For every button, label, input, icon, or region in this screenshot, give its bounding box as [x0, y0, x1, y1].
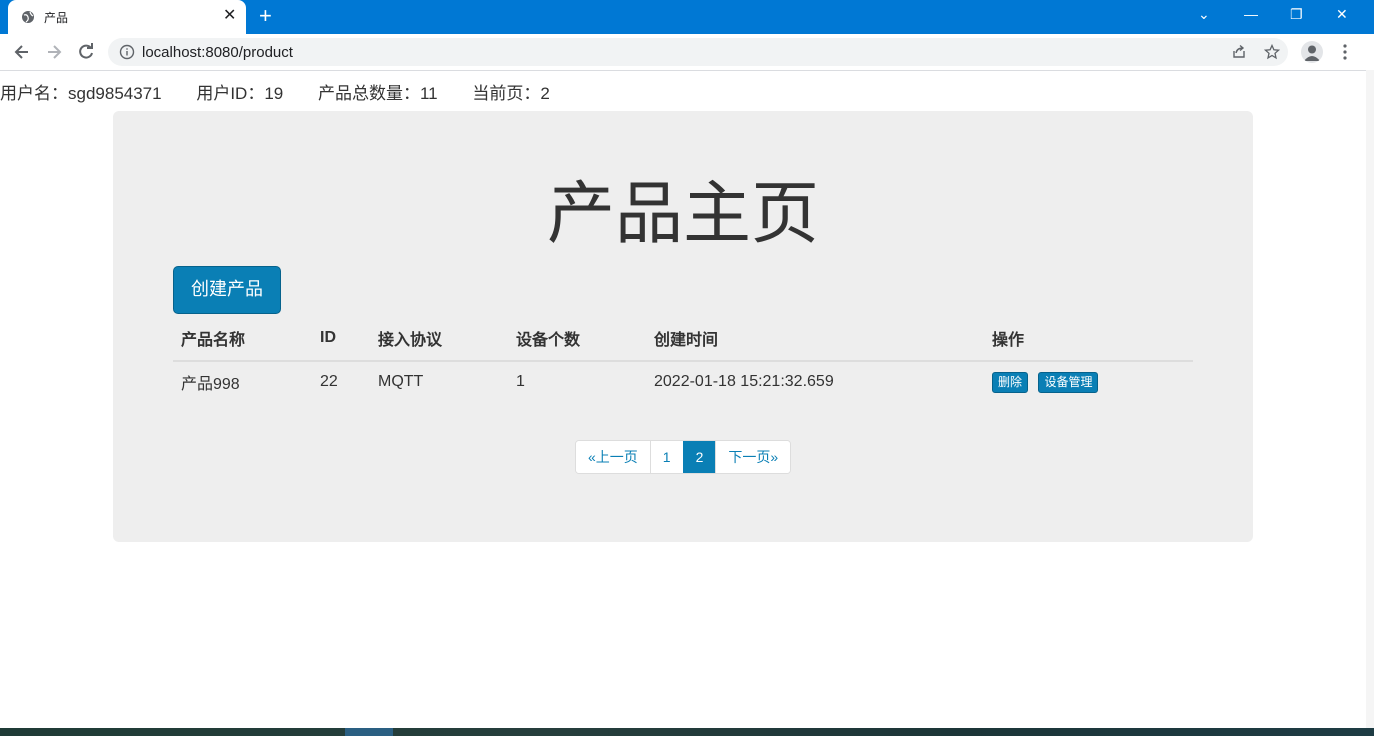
column-header-name: 产品名称	[173, 316, 312, 362]
close-tab-icon[interactable]: ✕	[223, 6, 236, 26]
taskbar-active-app[interactable]	[345, 728, 393, 736]
device-manage-button[interactable]: 设备管理	[1038, 371, 1099, 393]
protocol-cell: MQTT	[378, 373, 424, 390]
column-header-actions: 操作	[984, 316, 1193, 362]
close-window-button[interactable]: ✕	[1336, 5, 1348, 23]
page-link-2[interactable]: 2	[682, 441, 716, 473]
created-time-cell: 2022-01-18 15:21:32.659	[654, 373, 834, 390]
next-page-link[interactable]: 下一页»	[715, 441, 791, 473]
product-table: 产品名称 ID 接入协议 设备个数 创建时间 操作 产品998 22 MQTT …	[173, 316, 1193, 402]
new-tab-button[interactable]: +	[259, 4, 272, 28]
table-header-row: 产品名称 ID 接入协议 设备个数 创建时间 操作	[173, 316, 1193, 362]
product-count-text: 产品总数量：11	[317, 84, 438, 103]
user-info-bar: 用户名：sgd9854371 用户ID：19 产品总数量：11 当前页：2	[0, 79, 580, 104]
prev-page-link[interactable]: «上一页	[576, 441, 650, 473]
forward-icon[interactable]	[44, 42, 64, 62]
page-title: 产品主页	[546, 176, 819, 252]
menu-icon[interactable]	[1335, 42, 1355, 62]
page-link-1[interactable]: 1	[649, 441, 683, 473]
info-icon[interactable]	[119, 44, 135, 60]
os-taskbar	[0, 728, 1374, 736]
restore-button[interactable]: ❐	[1290, 5, 1303, 23]
globe-icon	[22, 11, 34, 23]
table-row: 产品998 22 MQTT 1 2022-01-18 15:21:32.659 …	[173, 361, 1193, 402]
main-panel: 产品主页 创建产品 产品名称 ID 接入协议 设备个数 创建时间 操作 产品99…	[113, 111, 1253, 542]
url-text: localhost:8080/product	[142, 44, 293, 61]
pagination: «上一页 1 2 下一页»	[575, 440, 792, 474]
create-product-button[interactable]: 创建产品	[173, 266, 281, 314]
share-icon[interactable]	[1231, 44, 1247, 60]
chevron-down-icon[interactable]: ⌄	[1198, 5, 1210, 23]
current-page-text: 当前页：2	[472, 84, 550, 103]
star-icon[interactable]	[1264, 44, 1280, 60]
browser-tab[interactable]: 产品 ✕	[8, 0, 246, 34]
scrollbar[interactable]	[1366, 70, 1374, 728]
address-bar[interactable]: localhost:8080/product	[108, 38, 1288, 66]
product-name-cell: 产品998	[181, 376, 240, 393]
column-header-id: ID	[312, 316, 370, 362]
browser-toolbar: localhost:8080/product	[0, 34, 1374, 71]
delete-button[interactable]: 删除	[992, 371, 1029, 393]
product-id-cell: 22	[320, 373, 338, 390]
user-id-text: 用户ID：19	[196, 84, 284, 103]
tab-title: 产品	[44, 11, 69, 25]
column-header-device-count: 设备个数	[508, 316, 646, 362]
username-text: 用户名：sgd9854371	[0, 84, 162, 103]
actions-cell: 删除 设备管理	[984, 361, 1193, 402]
reload-icon[interactable]	[76, 42, 96, 62]
device-count-cell: 1	[516, 373, 525, 390]
column-header-created: 创建时间	[646, 316, 984, 362]
profile-icon[interactable]	[1301, 41, 1323, 63]
back-icon[interactable]	[12, 42, 32, 62]
column-header-protocol: 接入协议	[370, 316, 508, 362]
browser-tab-strip: 产品 ✕ + ⌄ — ❐ ✕	[0, 0, 1374, 34]
minimize-button[interactable]: —	[1244, 5, 1258, 23]
